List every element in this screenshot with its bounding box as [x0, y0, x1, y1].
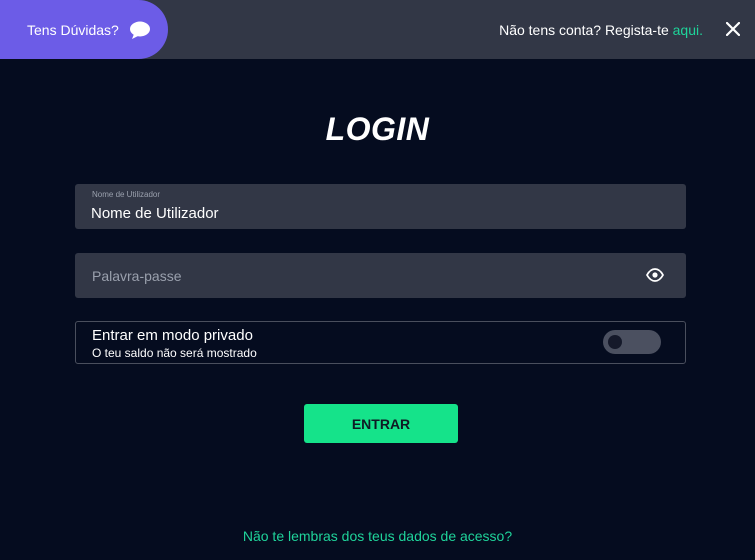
username-input[interactable]: [91, 205, 651, 222]
private-mode-title: Entrar em modo privado: [92, 327, 253, 344]
forgot-credentials-link[interactable]: Não te lembras dos teus dados de acesso?: [0, 528, 755, 544]
help-label: Tens Dúvidas?: [27, 21, 119, 38]
signup-link[interactable]: aqui.: [673, 22, 703, 38]
close-icon: [726, 22, 740, 36]
eye-icon[interactable]: [645, 266, 665, 284]
toggle-knob: [608, 335, 622, 349]
username-label: Nome de Utilizador: [92, 190, 161, 199]
signup-prompt: Não tens conta? Regista-te aqui.: [499, 22, 703, 38]
signup-prompt-text: Não tens conta? Regista-te: [499, 22, 673, 38]
login-button[interactable]: ENTRAR: [304, 404, 458, 443]
private-mode-toggle[interactable]: [603, 330, 661, 354]
help-button[interactable]: Tens Dúvidas?: [0, 0, 168, 59]
close-button[interactable]: [723, 19, 743, 39]
password-placeholder: Palavra-passe: [92, 268, 182, 284]
chat-bubble-icon: [129, 21, 151, 39]
password-field[interactable]: Palavra-passe: [75, 253, 686, 298]
private-mode-subtitle: O teu saldo não será mostrado: [92, 346, 257, 360]
username-field[interactable]: Nome de Utilizador: [75, 184, 686, 229]
page-title: LOGIN: [325, 111, 430, 147]
private-mode-option: Entrar em modo privado O teu saldo não s…: [75, 321, 686, 364]
top-bar: Tens Dúvidas? Não tens conta? Regista-te…: [0, 0, 755, 59]
